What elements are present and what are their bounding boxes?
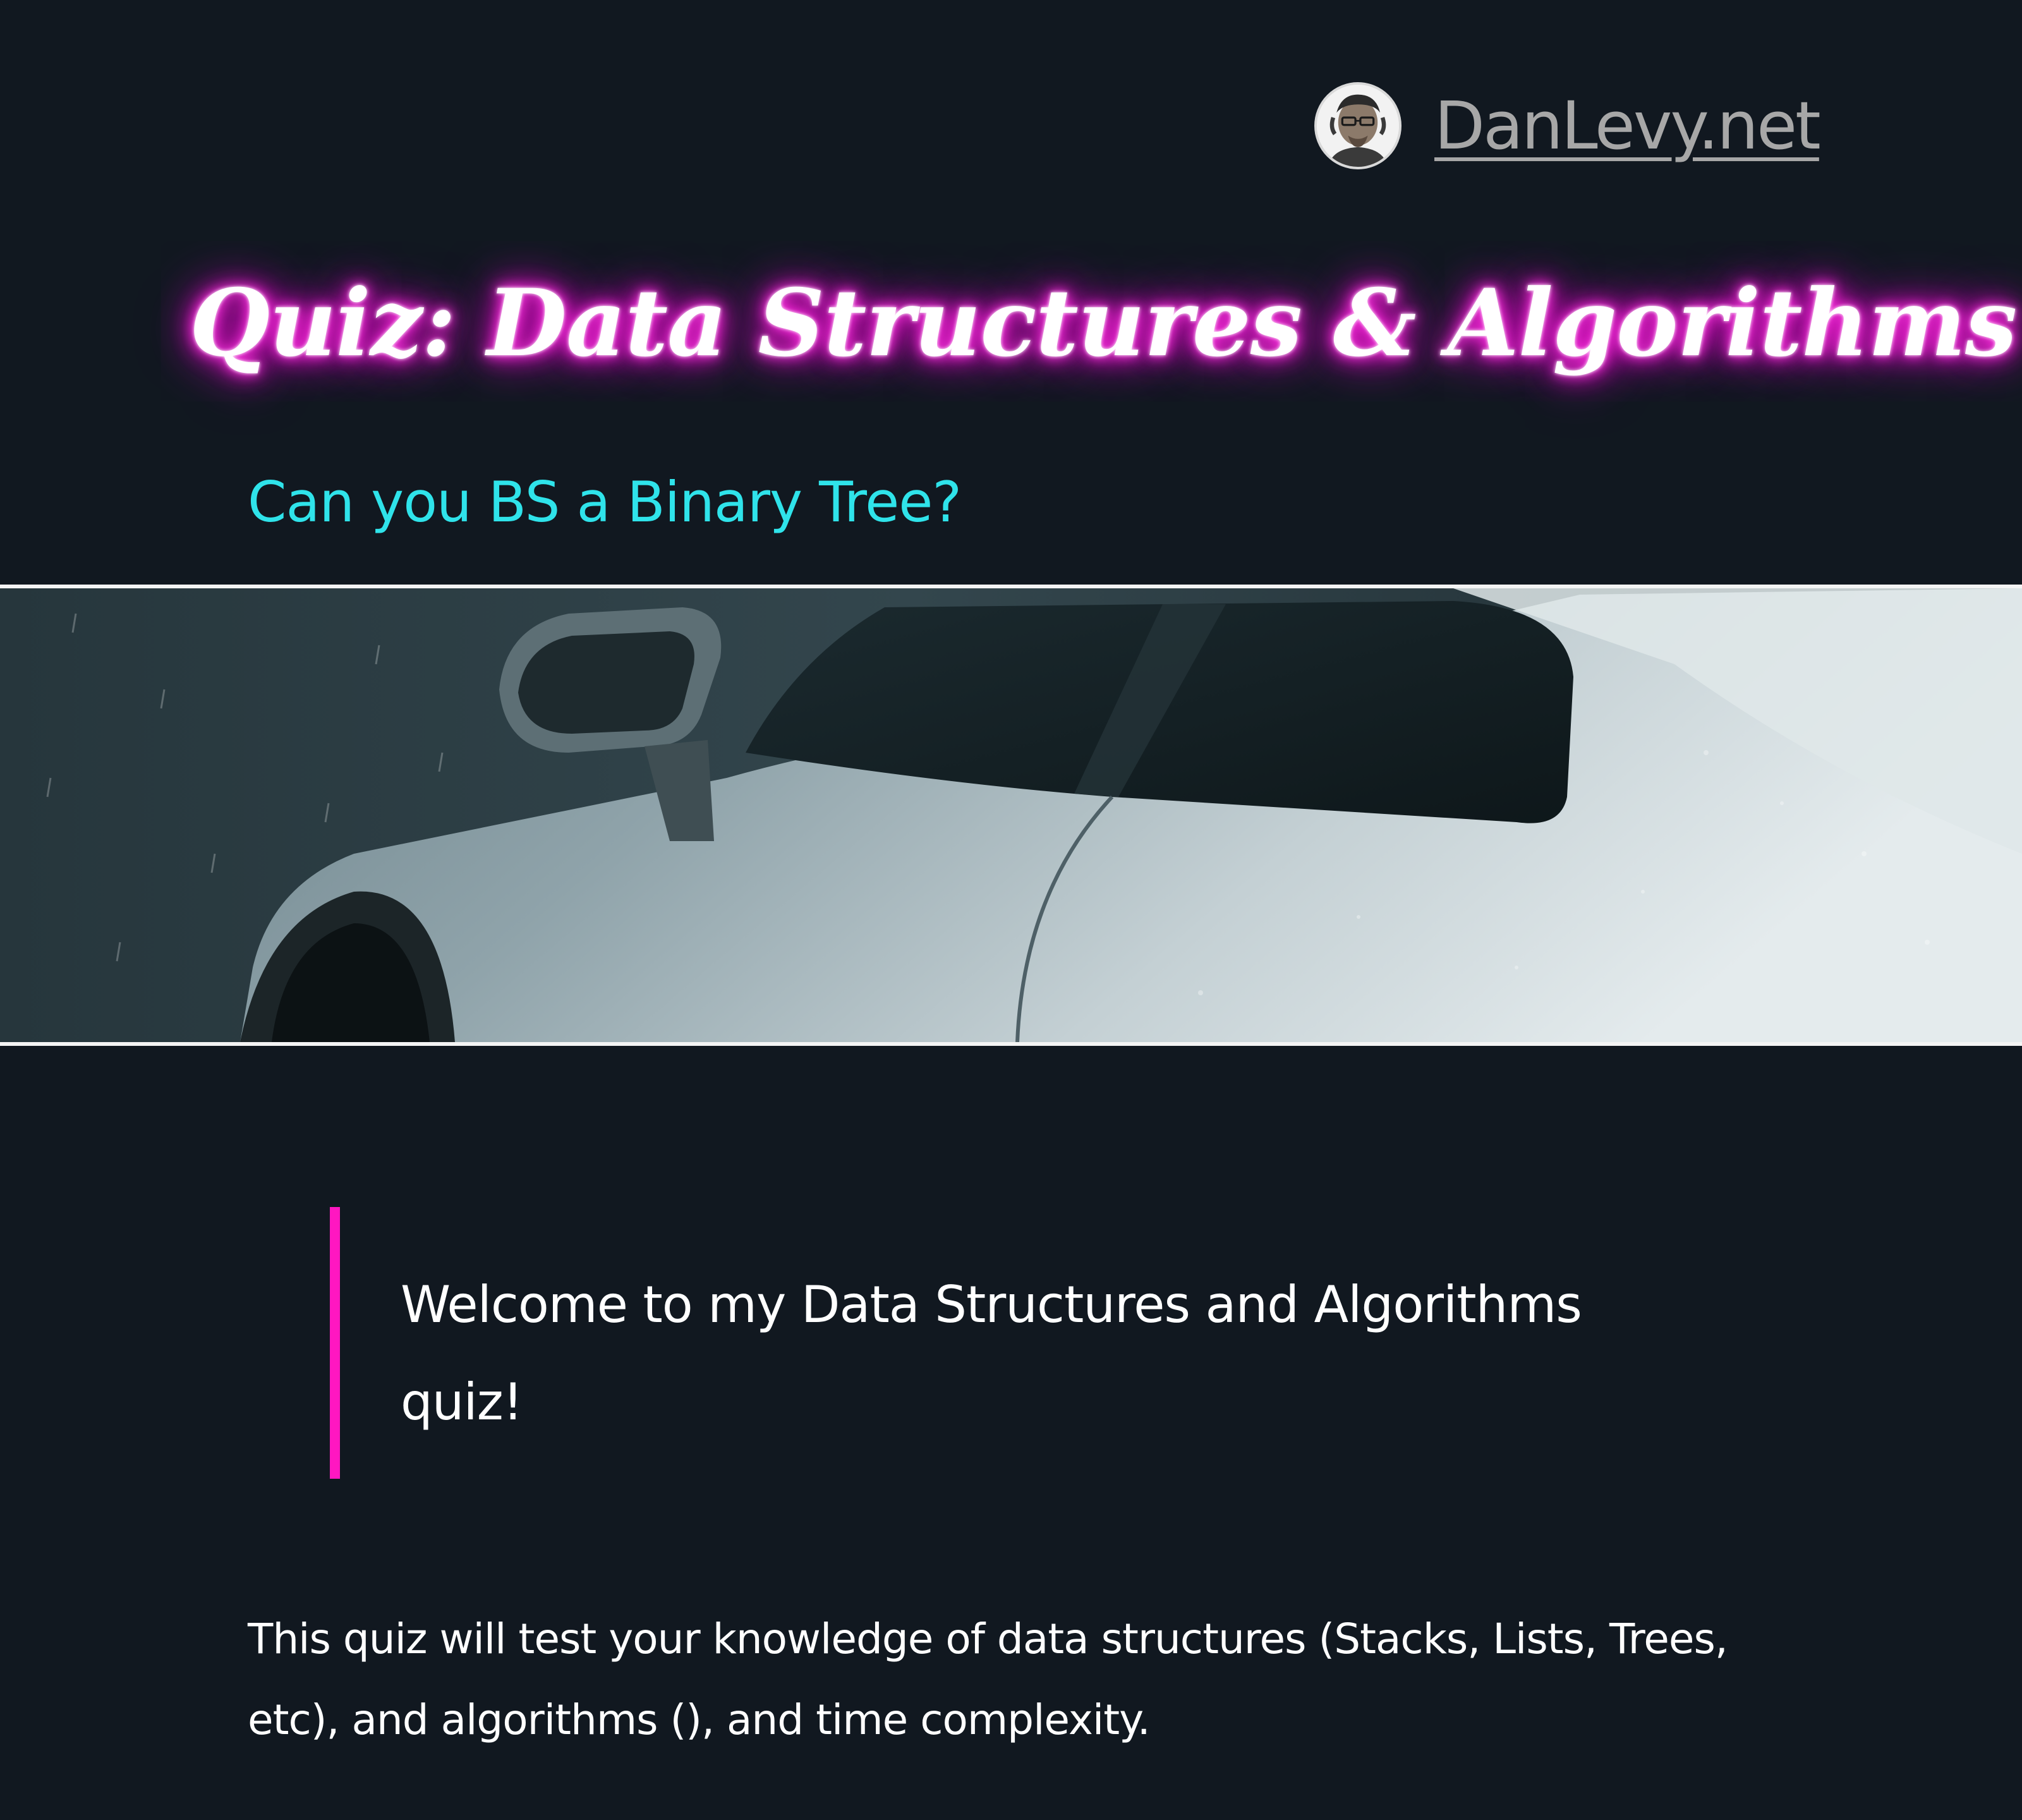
welcome-text: Welcome to my Data Structures and Algori… bbox=[401, 1275, 1582, 1431]
page-title: Quiz: Data Structures & Algorithms bbox=[190, 269, 2017, 377]
author-avatar-icon bbox=[1314, 82, 1401, 169]
welcome-blockquote: Welcome to my Data Structures and Algori… bbox=[330, 1207, 1720, 1479]
intro-paragraph: This quiz will test your knowledge of da… bbox=[248, 1615, 1728, 1744]
site-home-link[interactable]: DanLevy.net bbox=[1314, 80, 1821, 172]
hero-banner-image bbox=[0, 585, 2022, 1046]
car-in-rain-illustration bbox=[0, 588, 2022, 1042]
site-name-link-text[interactable]: DanLevy.net bbox=[1434, 80, 1821, 172]
page-subtitle: Can you BS a Binary Tree? bbox=[248, 470, 962, 535]
author-avatar-graphic bbox=[1317, 85, 1399, 167]
